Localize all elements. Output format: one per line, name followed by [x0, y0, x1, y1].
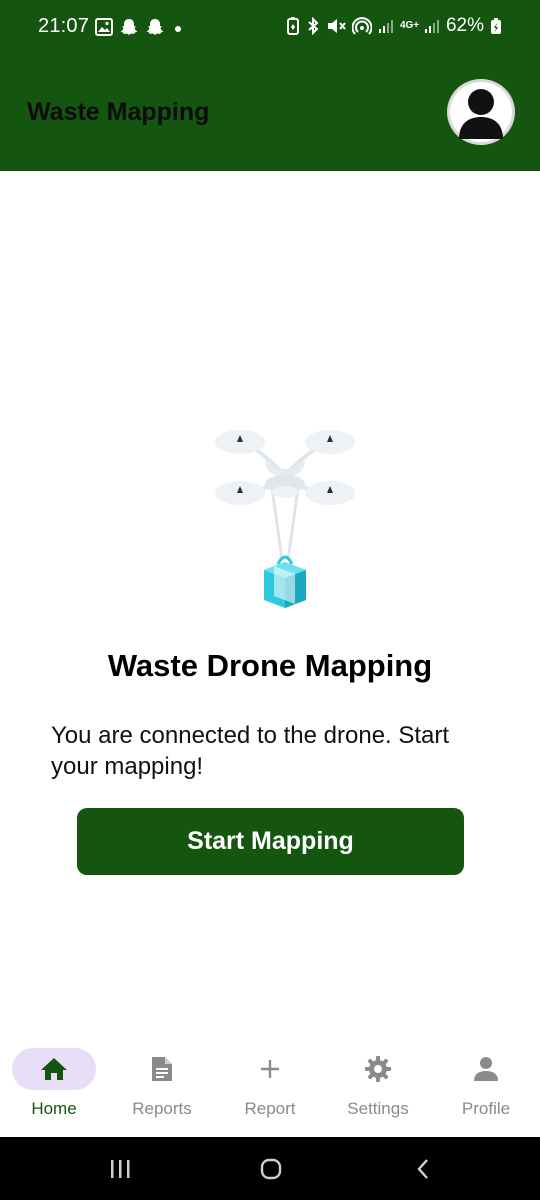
nav-label-report: Report [244, 1099, 296, 1118]
system-navigation-bar [0, 1137, 540, 1200]
home-icon [39, 1054, 69, 1084]
nav-item-report[interactable]: Report [216, 1048, 324, 1128]
recent-apps-icon[interactable] [105, 1157, 135, 1181]
back-icon[interactable] [408, 1157, 438, 1181]
start-mapping-button[interactable]: Start Mapping [77, 808, 464, 875]
network-type-label: 4G+ [399, 20, 420, 31]
system-status-icons: 4G+ 62% [286, 15, 502, 37]
app-header: 21:07 4G+ 62% Waste Mapping [0, 0, 540, 171]
gear-icon [363, 1054, 393, 1084]
drone-with-package-icon [215, 430, 355, 608]
battery-icon [491, 18, 501, 34]
home-circle-icon[interactable] [256, 1157, 286, 1181]
nav-item-home[interactable]: Home [0, 1048, 108, 1128]
document-icon [147, 1054, 177, 1084]
profile-avatar-button[interactable] [447, 79, 515, 145]
app-title: Waste Mapping [27, 98, 210, 126]
signal-icon [378, 20, 393, 33]
nav-label-home: Home [31, 1099, 77, 1118]
snapchat-icon [146, 19, 164, 35]
mute-icon [327, 19, 346, 33]
image-icon [95, 18, 113, 36]
page-heading: Waste Drone Mapping [107, 648, 433, 683]
notification-icons [95, 17, 185, 37]
person-icon [471, 1054, 501, 1084]
signal-icon [424, 20, 439, 33]
nav-label-profile: Profile [461, 1099, 511, 1118]
snapchat-icon [120, 19, 138, 35]
plus-icon [255, 1054, 285, 1084]
dot-icon [175, 26, 181, 32]
nav-item-profile[interactable]: Profile [432, 1048, 540, 1128]
status-time: 21:07 [38, 15, 90, 37]
bluetooth-icon [308, 17, 319, 35]
hotspot-icon [351, 17, 372, 35]
connection-message: You are connected to the drone. Start yo… [51, 722, 450, 780]
nav-label-settings: Settings [347, 1099, 409, 1118]
nav-item-reports[interactable]: Reports [108, 1048, 216, 1128]
status-bar: 21:07 4G+ 62% [0, 0, 540, 54]
battery-percent: 62% [445, 15, 484, 36]
person-icon [459, 89, 503, 139]
nav-label-reports: Reports [132, 1099, 192, 1118]
battery-saver-icon [286, 17, 299, 35]
bottom-navigation: Home Reports Report Settings Profile [0, 1036, 540, 1137]
nav-item-settings[interactable]: Settings [324, 1048, 432, 1128]
